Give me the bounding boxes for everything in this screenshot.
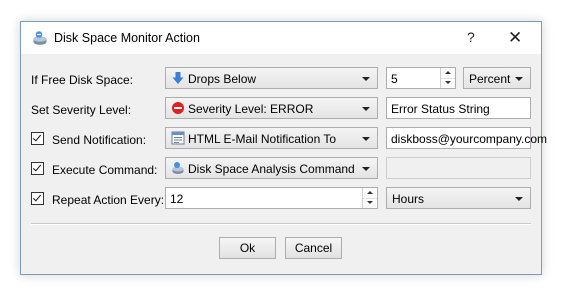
error-icon [172, 102, 184, 114]
disk-monitor-icon [33, 31, 47, 45]
command-argument-input[interactable] [386, 157, 531, 179]
free-space-condition-select[interactable]: Drops Below [165, 67, 378, 89]
send-notification-checkbox[interactable] [31, 132, 44, 145]
command-value: Disk Space Analysis Command [188, 162, 355, 176]
chevron-down-icon [362, 137, 370, 141]
repeat-interval-spinbox[interactable]: 12 [165, 187, 378, 209]
chevron-down-icon [362, 167, 370, 171]
arrow-down-icon [172, 72, 184, 84]
status-string-value: Error Status String [391, 102, 490, 116]
command-select[interactable]: Disk Space Analysis Command [165, 157, 378, 179]
severity-level-value: Severity Level: ERROR [188, 102, 314, 116]
execute-command-label: Execute Command: [52, 163, 158, 177]
divider [31, 223, 531, 225]
repeat-action-label: Repeat Action Every: [52, 193, 165, 207]
notification-method-select[interactable]: HTML E-Mail Notification To [165, 127, 378, 149]
notification-method-value: HTML E-Mail Notification To [188, 132, 337, 146]
free-space-value: 5 [391, 72, 398, 86]
chevron-down-icon [515, 197, 523, 201]
help-button[interactable]: ? [467, 29, 475, 45]
free-space-value-spinbox[interactable]: 5 [386, 67, 456, 89]
severity-level-select[interactable]: Severity Level: ERROR [165, 97, 378, 119]
spin-down-icon[interactable] [363, 198, 377, 208]
execute-command-checkbox[interactable] [31, 162, 44, 175]
repeat-action-checkbox[interactable] [31, 192, 44, 205]
ok-button[interactable]: Ok [219, 237, 276, 259]
cancel-button[interactable]: Cancel [285, 237, 342, 259]
free-space-condition-value: Drops Below [188, 72, 257, 86]
repeat-unit-select[interactable]: Hours [386, 187, 531, 209]
repeat-interval-value: 12 [170, 192, 184, 206]
free-space-unit-select[interactable]: Percent [463, 67, 531, 89]
chevron-down-icon [362, 77, 370, 81]
chevron-down-icon [515, 77, 523, 81]
notification-email-input[interactable]: diskboss@yourcompany.com [386, 127, 547, 149]
disk-analysis-icon [172, 162, 184, 174]
repeat-unit-value: Hours [392, 192, 425, 206]
close-button[interactable]: ✕ [508, 28, 522, 48]
notification-email-value: diskboss@yourcompany.com [391, 132, 548, 146]
spin-buttons[interactable] [440, 68, 455, 88]
window-title: Disk Space Monitor Action [54, 31, 200, 45]
html-email-icon [171, 131, 185, 145]
title-bar: Disk Space Monitor Action ? ✕ [21, 22, 541, 54]
free-space-label: If Free Disk Space: [31, 73, 134, 87]
spin-buttons[interactable] [362, 188, 377, 208]
free-space-unit-value: Percent [469, 72, 511, 86]
spin-down-icon[interactable] [441, 78, 455, 88]
status-string-input[interactable]: Error Status String [386, 97, 531, 119]
dialog-window: Disk Space Monitor Action ? ✕ If Free Di… [20, 21, 547, 275]
chevron-down-icon [362, 107, 370, 111]
severity-label: Set Severity Level: [31, 103, 132, 117]
send-notification-label: Send Notification: [52, 133, 147, 147]
